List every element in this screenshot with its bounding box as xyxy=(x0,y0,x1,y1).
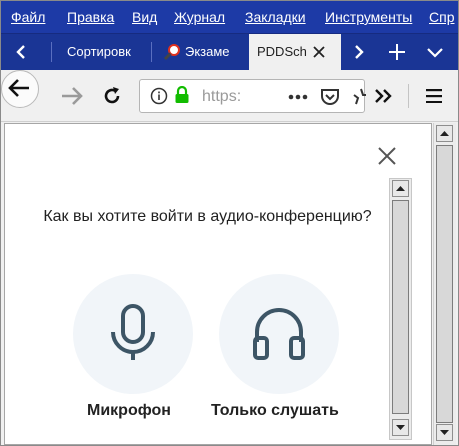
close-tab-icon[interactable] xyxy=(313,46,325,58)
tabs-scroll-right-button[interactable] xyxy=(347,34,371,70)
tab-exam[interactable]: Экзаме xyxy=(153,34,243,70)
page-actions-ellipsis-icon[interactable] xyxy=(288,94,308,100)
dialog-scrollbar[interactable] xyxy=(389,178,412,440)
listen-only-option-label[interactable]: Только слушать xyxy=(211,402,339,420)
hamburger-menu-button[interactable] xyxy=(417,80,451,112)
page-scrollbar[interactable] xyxy=(433,123,456,445)
pocket-icon[interactable] xyxy=(320,88,340,106)
audio-join-question: Как вы хотите войти в аудио-конференцию? xyxy=(43,208,372,225)
menu-file[interactable]: Файл xyxy=(11,9,45,25)
arrow-left-icon xyxy=(8,79,29,97)
scrollbar-thumb[interactable] xyxy=(392,200,409,414)
close-icon[interactable] xyxy=(375,144,399,168)
microphone-option-button[interactable] xyxy=(73,274,193,394)
headphones-icon xyxy=(253,308,305,360)
page-scrollbar-thumb[interactable] xyxy=(436,145,453,423)
tab-separator xyxy=(51,42,52,62)
bookmark-star-icon[interactable] xyxy=(352,88,366,106)
microphone-icon xyxy=(111,304,155,360)
menu-view[interactable]: Вид xyxy=(132,9,157,25)
url-bar[interactable]: https: xyxy=(139,79,366,113)
double-chevron-right-icon xyxy=(375,89,392,103)
menu-bookmarks[interactable]: Закладки xyxy=(245,9,306,25)
listen-only-option-button[interactable] xyxy=(219,274,339,394)
reload-icon xyxy=(104,87,120,104)
menu-bar: Файл Правка Вид Журнал Закладки Инструме… xyxy=(1,1,458,34)
scroll-up-button[interactable] xyxy=(392,180,409,197)
toolbar-separator xyxy=(408,84,409,108)
menu-history[interactable]: Журнал xyxy=(174,9,225,25)
menu-help[interactable]: Спр xyxy=(429,9,454,25)
reload-button[interactable] xyxy=(95,80,129,112)
magnifier-favicon-icon xyxy=(163,44,180,61)
page-scroll-up-button[interactable] xyxy=(436,125,453,142)
plus-icon xyxy=(389,44,405,60)
tab-sort[interactable]: Сортировк xyxy=(57,34,149,70)
tab-bar: Сортировк Экзаме PDDSch xyxy=(1,34,458,70)
triangle-down-icon xyxy=(440,430,449,435)
browser-window: Файл Правка Вид Журнал Закладки Инструме… xyxy=(0,0,459,446)
arrow-right-icon xyxy=(62,87,83,105)
tab-label: PDDSch xyxy=(257,44,307,59)
tab-separator xyxy=(151,42,152,62)
chevron-down-icon xyxy=(427,48,443,58)
chevron-right-icon xyxy=(355,45,364,59)
triangle-up-icon xyxy=(396,186,405,191)
info-icon[interactable] xyxy=(150,87,168,105)
back-button[interactable] xyxy=(1,70,39,108)
page-content: Как вы хотите войти в аудио-конференцию?… xyxy=(4,123,432,445)
tab-label: Сортировк xyxy=(67,44,131,59)
overflow-menu-button[interactable] xyxy=(367,80,401,112)
chevron-left-icon xyxy=(16,45,25,59)
forward-button[interactable] xyxy=(55,80,89,112)
lock-icon[interactable] xyxy=(174,86,190,104)
hamburger-icon xyxy=(426,89,442,104)
scroll-down-button[interactable] xyxy=(392,419,409,436)
list-all-tabs-button[interactable] xyxy=(421,34,449,70)
new-tab-button[interactable] xyxy=(383,34,411,70)
menu-tools[interactable]: Инструменты xyxy=(325,9,412,25)
tab-pddschool-active[interactable]: PDDSch xyxy=(249,34,341,70)
tab-label: Экзаме xyxy=(185,44,230,59)
tabs-scroll-left-button[interactable] xyxy=(9,34,33,70)
navigation-toolbar: https: xyxy=(1,70,458,122)
url-text: https: xyxy=(202,88,242,105)
menu-edit[interactable]: Правка xyxy=(67,9,114,25)
microphone-option-label[interactable]: Микрофон xyxy=(87,402,171,420)
triangle-down-icon xyxy=(396,425,405,430)
triangle-up-icon xyxy=(440,131,449,136)
page-scroll-down-button[interactable] xyxy=(436,424,453,441)
